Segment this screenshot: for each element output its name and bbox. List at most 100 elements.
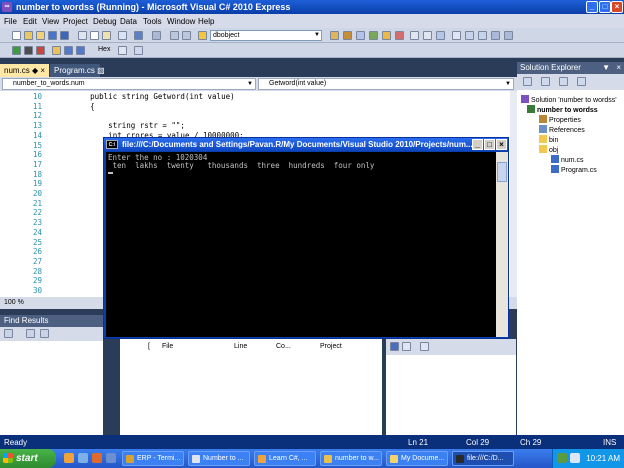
menu-window[interactable]: Window: [167, 17, 195, 26]
console-close-button[interactable]: ×: [496, 139, 507, 150]
output-window-icon[interactable]: [134, 46, 143, 55]
taskbar-button[interactable]: Learn C#, ...: [254, 451, 316, 466]
member-combo[interactable]: Getword(int value) ▼: [258, 78, 514, 90]
console-vertical-scrollbar[interactable]: [496, 152, 508, 337]
previous-result-icon[interactable]: [26, 329, 35, 338]
alphabetical-icon[interactable]: [402, 342, 411, 351]
volume-icon[interactable]: [570, 453, 580, 463]
quick-launch-media-icon[interactable]: [92, 453, 102, 463]
tree-item[interactable]: Program.cs: [551, 165, 597, 174]
bookmark-icon[interactable]: [491, 31, 500, 40]
editor-vertical-scrollbar[interactable]: [510, 91, 517, 297]
quick-launch-firefox-icon[interactable]: [64, 453, 74, 463]
tree-item[interactable]: obj: [539, 145, 558, 154]
class-combo[interactable]: number_to_words.num ▼: [2, 78, 256, 90]
tree-item[interactable]: References: [539, 125, 585, 134]
taskbar-button[interactable]: file:///C:/D...: [452, 451, 514, 466]
object-browser-icon[interactable]: [356, 31, 365, 40]
pin-icon[interactable]: ◆: [32, 66, 38, 75]
navigate-back-icon[interactable]: [170, 31, 179, 40]
start-button[interactable]: start: [0, 449, 56, 468]
property-pages-icon[interactable]: [420, 342, 429, 351]
navigate-forward-icon[interactable]: [182, 31, 191, 40]
code-line[interactable]: public string Getword(int value): [54, 92, 235, 101]
step-over-icon[interactable]: [76, 46, 85, 55]
hex-toggle[interactable]: Hex: [98, 46, 110, 53]
clock[interactable]: 10:21 AM: [586, 454, 620, 463]
network-icon[interactable]: [557, 453, 567, 463]
code-line[interactable]: {: [54, 102, 95, 111]
font-icon[interactable]: [452, 31, 461, 40]
quick-launch-show-desktop-icon[interactable]: [78, 453, 88, 463]
step-into-icon[interactable]: [64, 46, 73, 55]
console-window[interactable]: C:\ file:///C:/Documents and Settings/Pa…: [103, 137, 509, 339]
menu-project[interactable]: Project: [63, 17, 88, 26]
format-icon[interactable]: [436, 31, 445, 40]
menu-debug[interactable]: Debug: [93, 17, 117, 26]
refresh-icon[interactable]: [559, 77, 568, 86]
save-all-icon[interactable]: [60, 31, 69, 40]
maximize-button[interactable]: □: [599, 1, 611, 13]
tree-item[interactable]: number to wordss: [527, 105, 598, 114]
find-in-files-icon[interactable]: [343, 31, 352, 40]
configuration-combo[interactable]: dbobject ▼: [210, 30, 322, 41]
menu-data[interactable]: Data: [120, 17, 137, 26]
outdent-icon[interactable]: [478, 31, 487, 40]
toolbox-icon[interactable]: [369, 31, 378, 40]
save-icon[interactable]: [48, 31, 57, 40]
taskbar-button[interactable]: My Docume...: [386, 451, 448, 466]
menu-help[interactable]: Help: [198, 17, 214, 26]
view-code-icon[interactable]: [577, 77, 586, 86]
tree-item[interactable]: Solution 'number to wordss': [521, 95, 617, 104]
find-icon[interactable]: [330, 31, 339, 40]
break-all-icon[interactable]: [24, 46, 33, 55]
menu-edit[interactable]: Edit: [23, 17, 37, 26]
tree-item[interactable]: bin: [539, 135, 558, 144]
stop-debugging-icon[interactable]: [36, 46, 45, 55]
show-next-statement-icon[interactable]: [52, 46, 61, 55]
paste-icon[interactable]: [102, 31, 111, 40]
error-list-icon[interactable]: [395, 31, 404, 40]
categorized-icon[interactable]: [390, 342, 399, 351]
pin-icon[interactable]: ▼: [602, 62, 610, 74]
menu-view[interactable]: View: [42, 17, 59, 26]
column-file[interactable]: File: [162, 343, 173, 355]
taskbar-button[interactable]: number to w...: [320, 451, 382, 466]
taskbar-button[interactable]: Number to ...: [188, 451, 250, 466]
continue-icon[interactable]: [12, 46, 21, 55]
console-maximize-button[interactable]: □: [484, 139, 495, 150]
menu-file[interactable]: File: [4, 17, 17, 26]
tree-item[interactable]: num.cs: [551, 155, 584, 164]
column-project[interactable]: Project: [320, 343, 342, 355]
tab-close-icon[interactable]: ×: [40, 66, 45, 75]
open-file-icon[interactable]: [36, 31, 45, 40]
screen-icon[interactable]: [410, 31, 419, 40]
comment-icon[interactable]: [118, 31, 127, 40]
window-title-bar[interactable]: ∞ number to wordss (Running) - Microsoft…: [0, 0, 624, 14]
new-project-icon[interactable]: [12, 31, 21, 40]
tree-item[interactable]: Properties: [539, 115, 581, 124]
next-result-icon[interactable]: [40, 329, 49, 338]
undo-icon[interactable]: [134, 31, 143, 40]
column-co[interactable]: Co...: [276, 343, 291, 355]
add-item-icon[interactable]: [24, 31, 33, 40]
code-line[interactable]: string rstr = "";: [54, 121, 185, 130]
column-line[interactable]: Line: [234, 343, 247, 355]
copy-icon[interactable]: [90, 31, 99, 40]
console-minimize-button[interactable]: _: [472, 139, 483, 150]
cut-icon[interactable]: [78, 31, 87, 40]
tab-program-cs[interactable]: Program.cs ▧: [50, 64, 105, 77]
zoom-level[interactable]: 100 %: [4, 299, 24, 306]
taskbar-button[interactable]: ERP - Termi...: [122, 451, 184, 466]
start-page-icon[interactable]: [382, 31, 391, 40]
menu-tools[interactable]: Tools: [143, 17, 162, 26]
show-all-files-icon[interactable]: [541, 77, 550, 86]
scrollbar-thumb[interactable]: [497, 162, 507, 182]
indent-icon[interactable]: [465, 31, 474, 40]
tab-num-cs[interactable]: num.cs ◆ ×: [0, 64, 49, 77]
minimize-button[interactable]: _: [586, 1, 598, 13]
properties-icon[interactable]: [523, 77, 532, 86]
close-icon[interactable]: ×: [616, 62, 621, 74]
comment-block-icon[interactable]: [504, 31, 513, 40]
console-title-bar[interactable]: C:\ file:///C:/Documents and Settings/Pa…: [104, 138, 508, 151]
